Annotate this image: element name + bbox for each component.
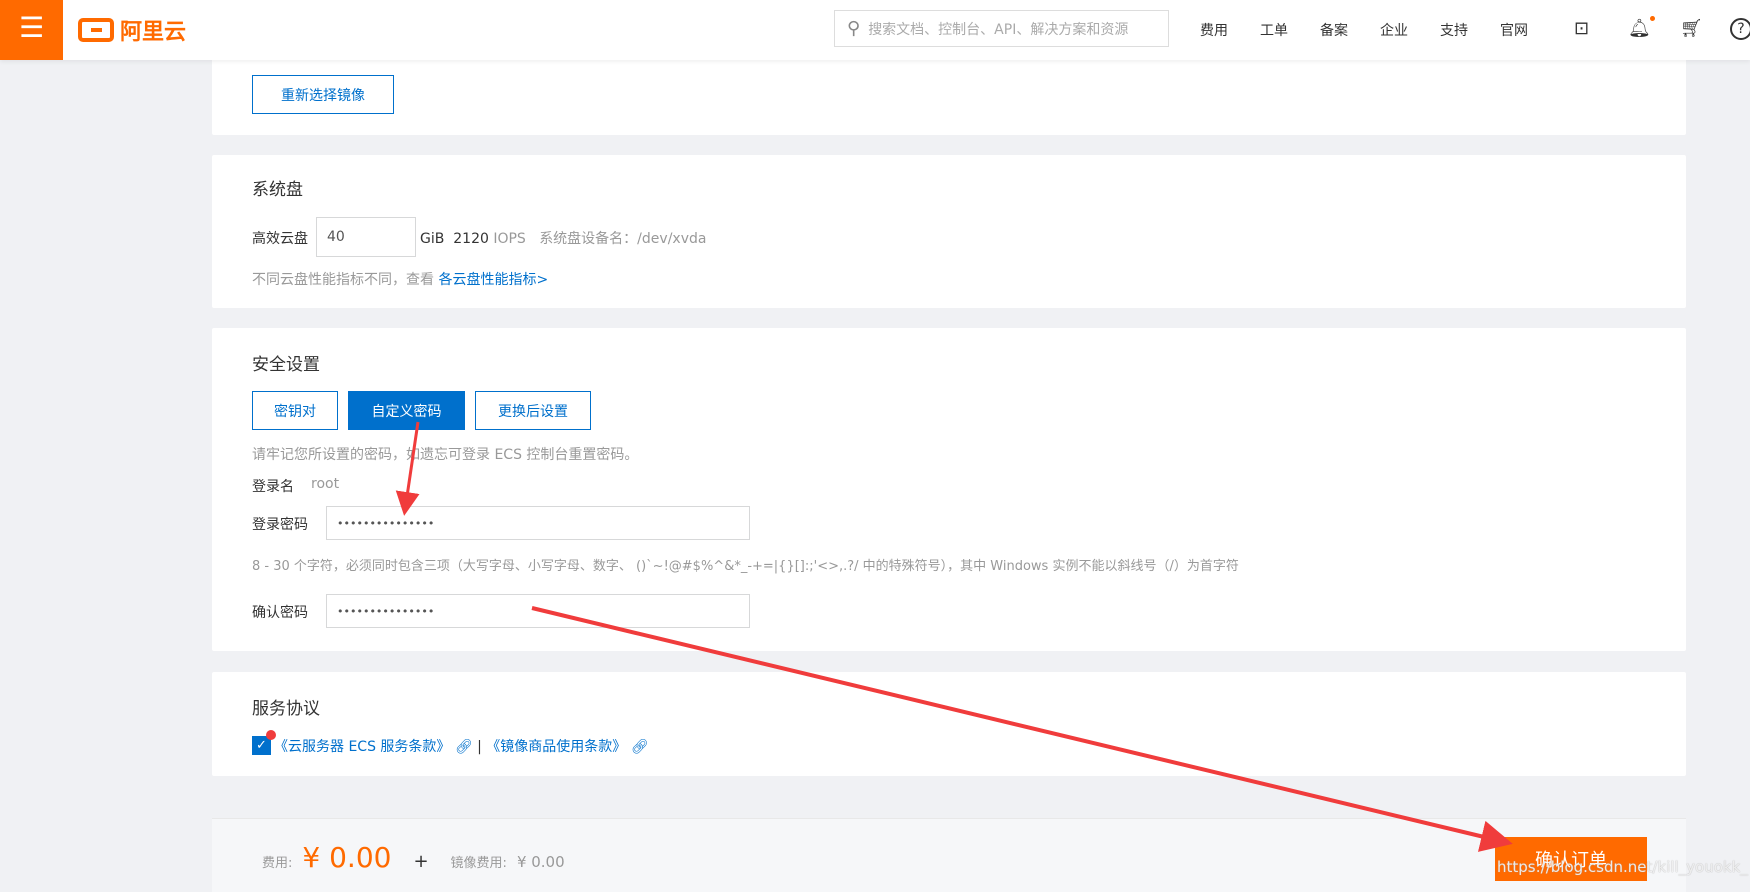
top-nav: 费用 工单 备案 企业 支持 官网 xyxy=(1200,0,1560,60)
section-title: 安全设置 xyxy=(252,355,320,375)
reselect-image-button[interactable]: 重新选择镜像 xyxy=(252,75,394,114)
device-name: 系统盘设备名：/dev/xvda xyxy=(539,231,707,247)
image-fee-label: 镜像费用: xyxy=(450,856,507,871)
search-placeholder: 搜索文档、控制台、API、解决方案和资源 xyxy=(868,21,1129,38)
fee-amount: ¥ 0.00 xyxy=(302,841,392,874)
tab-key-pair[interactable]: 密钥对 xyxy=(252,391,338,430)
agreement-section: 服务协议 ✓ 《云服务器 ECS 服务条款》 🔗︎ | 《镜像商品使用条款》 🔗… xyxy=(212,672,1686,776)
link-icon: 🔗︎ xyxy=(630,739,649,755)
disk-type-label: 高效云盘 xyxy=(252,231,308,247)
nav-enterprise[interactable]: 企业 xyxy=(1380,20,1408,40)
password-input[interactable]: ••••••••••••••• xyxy=(326,506,750,540)
fee-label: 费用: xyxy=(262,856,293,871)
nav-icp[interactable]: 备案 xyxy=(1320,20,1348,40)
tab-custom-password[interactable]: 自定义密码 xyxy=(348,391,465,430)
ecs-terms-link[interactable]: 《云服务器 ECS 服务条款》 xyxy=(274,739,450,755)
plus-sign: + xyxy=(413,851,429,872)
watermark: https://blog.csdn.net/kill_youokk_ xyxy=(1497,858,1748,876)
nav-support[interactable]: 支持 xyxy=(1440,20,1468,40)
image-fee-amount: ¥ 0.00 xyxy=(516,853,565,871)
nav-official[interactable]: 官网 xyxy=(1500,20,1528,40)
iops-unit: IOPS xyxy=(493,231,526,247)
login-name-value: root xyxy=(311,476,340,492)
password-hint: 请牢记您所设置的密码，如遗忘可登录 ECS 控制台重置密码。 xyxy=(252,447,639,463)
section-title: 服务协议 xyxy=(252,699,320,719)
disk-size-input[interactable]: 40 xyxy=(316,217,416,257)
help-icon[interactable]: ? xyxy=(1730,18,1750,40)
terminal-icon[interactable]: ⊡ xyxy=(1574,18,1589,39)
password-label: 登录密码 xyxy=(252,517,308,533)
top-header: ☰ 阿里云 ⚲ 搜索文档、控制台、API、解决方案和资源 费用 工单 备案 企业 … xyxy=(0,0,1750,60)
confirm-password-input[interactable]: ••••••••••••••• xyxy=(326,594,750,628)
system-disk-section: 系统盘 高效云盘 40 GiB 2120 IOPS 系统盘设备名：/dev/xv… xyxy=(212,155,1686,308)
confirm-password-label: 确认密码 xyxy=(252,605,308,621)
search-icon: ⚲ xyxy=(847,18,861,39)
separator: | xyxy=(477,739,482,755)
link-icon: 🔗︎ xyxy=(454,739,473,755)
section-title: 系统盘 xyxy=(252,180,303,200)
agreement-checkbox[interactable]: ✓ xyxy=(252,730,276,755)
nav-ticket[interactable]: 工单 xyxy=(1260,20,1288,40)
nav-fee[interactable]: 费用 xyxy=(1200,20,1228,40)
aliyun-logo[interactable]: 阿里云 xyxy=(78,14,186,46)
search-input[interactable]: ⚲ 搜索文档、控制台、API、解决方案和资源 xyxy=(834,10,1169,47)
image-terms-link[interactable]: 《镜像商品使用条款》 xyxy=(486,739,626,755)
iops-value: 2120 xyxy=(453,231,489,247)
tab-set-later[interactable]: 更换后设置 xyxy=(475,391,591,430)
security-section: 安全设置 密钥对 自定义密码 更换后设置 请牢记您所设置的密码，如遗忘可登录 E… xyxy=(212,328,1686,651)
cart-icon[interactable]: 🛒︎ xyxy=(1680,18,1703,39)
login-name-label: 登录名 xyxy=(252,479,294,495)
disk-performance-link[interactable]: 各云盘性能指标> xyxy=(438,272,548,288)
bell-icon[interactable]: 🔔︎ xyxy=(1628,16,1655,39)
logo-mark-icon xyxy=(78,18,114,42)
disk-hint: 不同云盘性能指标不同，查看 xyxy=(252,272,434,288)
logo-text: 阿里云 xyxy=(120,20,187,45)
menu-icon[interactable]: ☰ xyxy=(0,0,63,60)
password-rule: 8 - 30 个字符，必须同时包含三项（大写字母、小写字母、数字、 ()`~!@… xyxy=(252,559,1239,574)
unit: GiB xyxy=(420,231,445,247)
order-footer: 费用: ¥ 0.00 + 镜像费用: ¥ 0.00 xyxy=(212,818,1686,892)
